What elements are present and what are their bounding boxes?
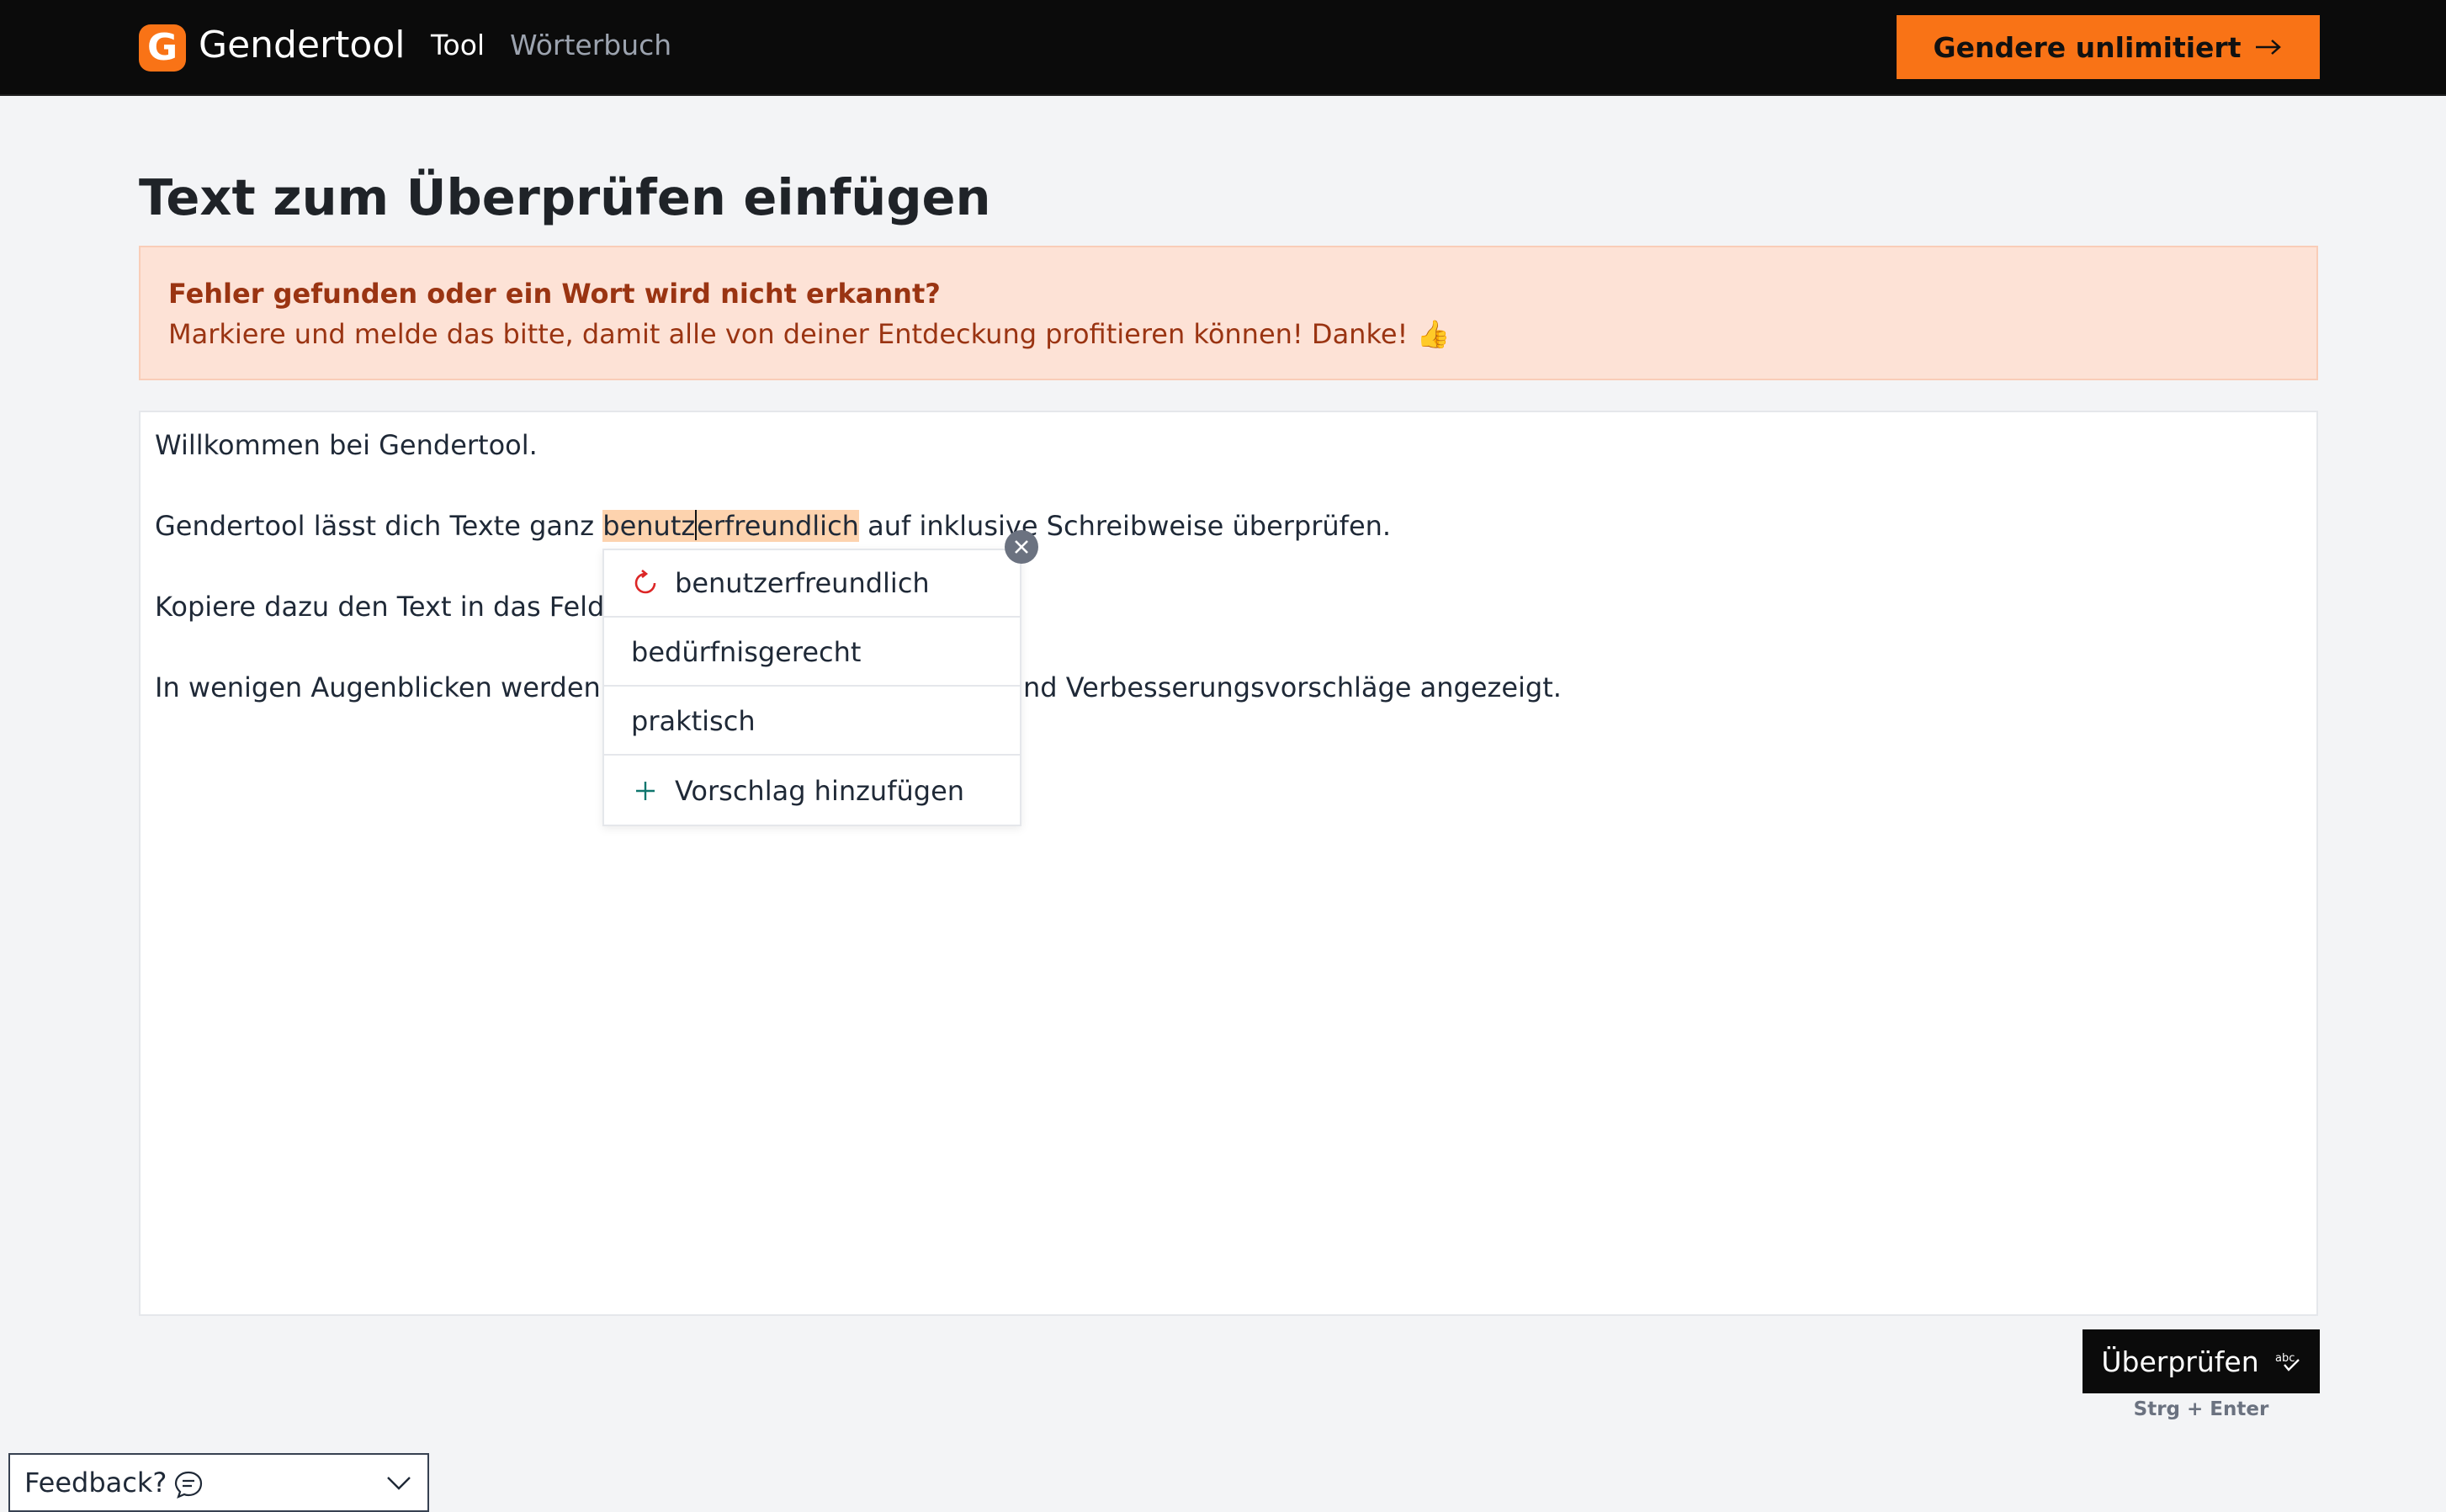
suggestion-label: bedürfnisgerecht [631,636,862,668]
page-title: Text zum Überprüfen einfügen [139,168,991,226]
check-button[interactable]: Überprüfen abc [2083,1329,2320,1393]
gendere-unlimitiert-button[interactable]: Gendere unlimitiert [1897,15,2320,79]
top-navigation-bar: G Gendertool Tool Wörterbuch Gendere unl… [0,0,2446,96]
svg-text:abc: abc [2275,1352,2295,1365]
highlighted-word[interactable]: benutzerfreundlich [602,510,859,542]
editor-line-2-after: auf inklusive Schreibweise überprüfen. [858,510,1392,542]
reset-icon [634,569,656,594]
suggestion-item[interactable]: bedürfnisgerecht [604,619,1020,687]
keyboard-shortcut-hint: Strg + Enter [2133,1398,2269,1420]
nav-link-tool[interactable]: Tool [431,29,485,61]
editor-line-4-left: In wenigen Augenblicken werden [155,671,601,703]
spellcheck-icon: abc [2275,1352,2300,1371]
feedback-label: Feedback? [24,1467,167,1499]
info-banner: Fehler gefunden oder ein Wort wird nicht… [139,246,2318,380]
cta-label: Gendere unlimitiert [1933,30,2242,64]
arrow-right-icon [2256,40,2282,55]
editor-line-2-before: Gendertool lässt dich Texte ganz [155,510,603,542]
logo-text[interactable]: Gendertool [199,24,405,66]
add-suggestion-label: Vorschlag hinzufügen [675,775,965,807]
banner-text: Markiere und melde das bitte, damit alle… [168,318,1451,350]
banner-title: Fehler gefunden oder ein Wort wird nicht… [168,278,941,310]
suggestion-item-reset[interactable]: benutzerfreundlich [604,550,1020,618]
chat-bubble-icon [174,1471,203,1499]
check-button-label: Überprüfen [2101,1345,2259,1378]
suggestion-popup: benutzerfreundlich bedürfnisgerecht prak… [602,549,1021,826]
suggestion-label: benutzerfreundlich [675,567,930,599]
add-suggestion-item[interactable]: Vorschlag hinzufügen [604,757,1020,825]
close-popup-button[interactable] [1005,530,1038,564]
highlighted-word-part-b: erfreundlich [697,510,859,542]
highlighted-word-part-a: benutz [602,510,696,542]
suggestion-label: praktisch [631,705,756,737]
editor-line-2: Gendertool lässt dich Texte ganz benutze… [155,510,1391,542]
nav-link-woerterbuch[interactable]: Wörterbuch [510,29,671,61]
editor-line-4-right: nd Verbesserungsvorschläge angezeigt. [1023,671,1562,703]
editor-line-1: Willkommen bei Gendertool. [155,429,538,461]
chevron-down-icon [387,1477,411,1490]
plus-icon [636,782,655,800]
editor-line-3: Kopiere dazu den Text in das Feld [155,591,605,623]
close-icon [1015,540,1028,554]
suggestion-item[interactable]: praktisch [604,688,1020,756]
logo-icon[interactable]: G [139,24,186,72]
text-editor[interactable]: Willkommen bei Gendertool. Gendertool lä… [139,411,2318,1316]
